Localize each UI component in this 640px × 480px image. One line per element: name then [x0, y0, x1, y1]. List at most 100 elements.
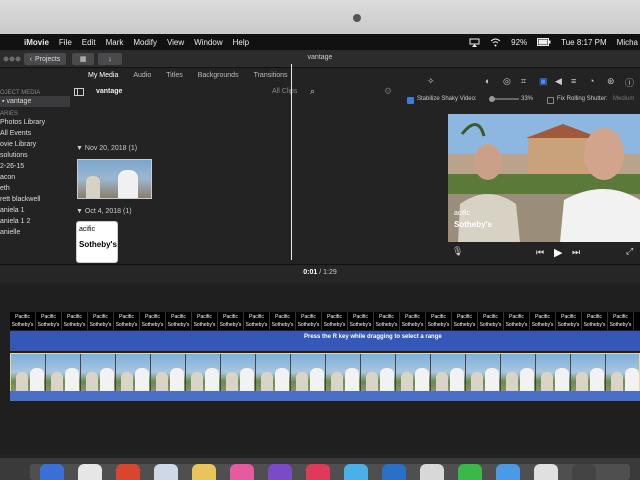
- info-icon[interactable]: ⓘ: [625, 76, 634, 89]
- timeline[interactable]: Pacific Sotheby's Pacific Sotheby's Pacifi…: [0, 284, 640, 454]
- clock[interactable]: Tue 8:17 PM: [561, 38, 607, 47]
- title-frame: Pacific Sotheby's: [374, 312, 400, 330]
- title-frame: Pacific Sotheby's: [582, 312, 608, 330]
- selection-range-bar[interactable]: Press the R key while dragging to select…: [10, 331, 640, 351]
- sidebar-item-eth[interactable]: eth: [0, 183, 70, 194]
- status-area: 92% Tue 8:17 PM Micha: [469, 34, 640, 50]
- trash-icon[interactable]: [572, 464, 596, 480]
- launchpad-icon[interactable]: [78, 464, 102, 480]
- volume-icon[interactable]: ◀: [555, 76, 562, 87]
- wifi-icon[interactable]: [490, 38, 501, 47]
- sidebar-toggle-icon[interactable]: [74, 88, 84, 96]
- finder-icon[interactable]: [40, 464, 64, 480]
- app-store-icon[interactable]: [344, 464, 368, 480]
- sidebar-item-label: Photos Library: [0, 119, 46, 126]
- photos-icon[interactable]: [230, 464, 254, 480]
- tab-titles[interactable]: Titles: [166, 72, 182, 79]
- tab-audio[interactable]: Audio: [133, 72, 151, 79]
- playhead[interactable]: [291, 64, 292, 260]
- skip-forward-icon[interactable]: ⏭: [572, 247, 580, 258]
- mail-icon[interactable]: [154, 464, 178, 480]
- menu-file[interactable]: File: [59, 38, 72, 47]
- music-icon[interactable]: [306, 464, 330, 480]
- airplay-icon[interactable]: [469, 38, 480, 47]
- audio-waveform[interactable]: [10, 391, 640, 401]
- stabilize-checkbox[interactable]: [407, 97, 414, 104]
- sidebar-item-daniela-1[interactable]: aniela 1: [0, 205, 70, 216]
- stabilization-options: Stabilize Shaky Video: 33% Fix Rolling S…: [405, 96, 640, 108]
- menu-modify[interactable]: Modify: [133, 38, 157, 47]
- menu-edit[interactable]: Edit: [82, 38, 96, 47]
- sidebar-item-danielle[interactable]: anielle: [0, 227, 70, 238]
- battery-icon[interactable]: [537, 38, 551, 46]
- color-balance-icon[interactable]: ◐: [485, 76, 490, 86]
- overlay-sothebys-text: Sotheby's: [454, 220, 492, 229]
- film-icon: ▪: [2, 98, 5, 105]
- tab-my-media[interactable]: My Media: [88, 72, 118, 79]
- disclosure-triangle-icon[interactable]: ▼: [76, 208, 83, 215]
- sidebar-item-daniela-1-2[interactable]: aniela 1 2: [0, 216, 70, 227]
- sidebar-item-photos-library[interactable]: Photos Library: [0, 117, 70, 128]
- menu-bar: iMovie File Edit Mark Modify View Window…: [0, 34, 640, 50]
- disclosure-triangle-icon[interactable]: ▼: [76, 145, 83, 152]
- imovie-icon[interactable]: [268, 464, 292, 480]
- skip-back-icon[interactable]: ⏮: [536, 247, 544, 258]
- preview-icon[interactable]: [534, 464, 558, 480]
- chrome-icon[interactable]: [116, 464, 140, 480]
- calendar-icon[interactable]: [420, 464, 444, 480]
- sidebar-item-solutions[interactable]: solutions: [0, 150, 70, 161]
- sidebar-item-vantage[interactable]: ▪ vantage: [0, 96, 70, 107]
- sidebar-item-imovie-library[interactable]: ovie Library: [0, 139, 70, 150]
- fullscreen-icon[interactable]: ⤢: [626, 246, 633, 257]
- microphone-icon[interactable]: 🎙: [452, 246, 463, 257]
- rolling-shutter-checkbox[interactable]: [547, 97, 554, 104]
- clip-filter-icon[interactable]: ⊛: [607, 76, 615, 87]
- color-correction-icon[interactable]: ◎: [503, 76, 511, 87]
- image-thumbnail-2[interactable]: acific Sotheby's: [76, 221, 118, 263]
- libraries-sidebar: OJECT MEDIA ▪ vantage ARIES Photos Libra…: [0, 86, 70, 271]
- magic-wand-icon[interactable]: ✧: [427, 76, 435, 87]
- media-browser-header: vantage All Clips ⌕ ⚙: [72, 86, 402, 100]
- event-header-2: ▼ Oct 4, 2018 (1): [76, 208, 132, 215]
- menu-view[interactable]: View: [167, 38, 184, 47]
- event-header-1: ▼ Nov 20, 2018 (1): [76, 145, 137, 152]
- speed-icon[interactable]: ◔: [589, 76, 594, 86]
- tab-backgrounds[interactable]: Backgrounds: [198, 72, 239, 79]
- viewer-toolbar: ✧ ◐ ◎ ⌗ ▣ ◀ ≡ ◔ ⊛ ⓘ: [405, 76, 640, 92]
- search-icon[interactable]: ⌕: [310, 86, 315, 97]
- sidebar-item-all-events[interactable]: All Events: [0, 128, 70, 139]
- stabilization-icon[interactable]: ▣: [539, 76, 548, 87]
- sidebar-item-date[interactable]: 2-26-15: [0, 161, 70, 172]
- title-frame: Pacific Sotheby's: [400, 312, 426, 330]
- safari-icon[interactable]: [496, 464, 520, 480]
- crop-icon[interactable]: ⌗: [521, 76, 526, 87]
- battery-percent: 92%: [511, 37, 528, 47]
- video-viewer[interactable]: acific Sotheby's: [448, 114, 640, 242]
- menu-app-name[interactable]: iMovie: [24, 38, 49, 47]
- rolling-shutter-value[interactable]: Medium: [613, 96, 634, 102]
- slider-knob[interactable]: [489, 96, 495, 102]
- settings-app-icon[interactable]: [382, 464, 406, 480]
- person-figure: [86, 176, 100, 198]
- user-name[interactable]: Micha: [617, 38, 638, 47]
- tab-transitions[interactable]: Transitions: [254, 72, 288, 79]
- sidebar-item-brett-blackwell[interactable]: rett blackwell: [0, 194, 70, 205]
- menu-mark[interactable]: Mark: [106, 38, 124, 47]
- title-frame: Pacific Sotheby's: [504, 312, 530, 330]
- title-clip[interactable]: Pacific Sotheby's Pacific Sotheby's Pacifi…: [10, 312, 640, 330]
- notes-icon[interactable]: [192, 464, 216, 480]
- title-frame: Pacific Sotheby's: [192, 312, 218, 330]
- clip-filter[interactable]: All Clips: [272, 88, 297, 95]
- sidebar-item-acon[interactable]: acon: [0, 172, 70, 183]
- play-icon[interactable]: ▶: [554, 246, 562, 259]
- menu-window[interactable]: Window: [194, 38, 222, 47]
- messages-icon[interactable]: [458, 464, 482, 480]
- video-thumbnail-1[interactable]: [77, 159, 152, 199]
- noise-reduction-icon[interactable]: ≡: [571, 76, 576, 86]
- settings-icon[interactable]: ⚙: [384, 86, 392, 97]
- sidebar-item-label: 2-26-15: [0, 163, 25, 170]
- screen: iMovie File Edit Mark Modify View Window…: [0, 34, 640, 480]
- sidebar-item-label: anielle: [0, 229, 21, 236]
- media-browser: vantage All Clips ⌕ ⚙ ▼ Nov 20, 2018 (1)…: [72, 86, 402, 271]
- menu-help[interactable]: Help: [233, 38, 249, 47]
